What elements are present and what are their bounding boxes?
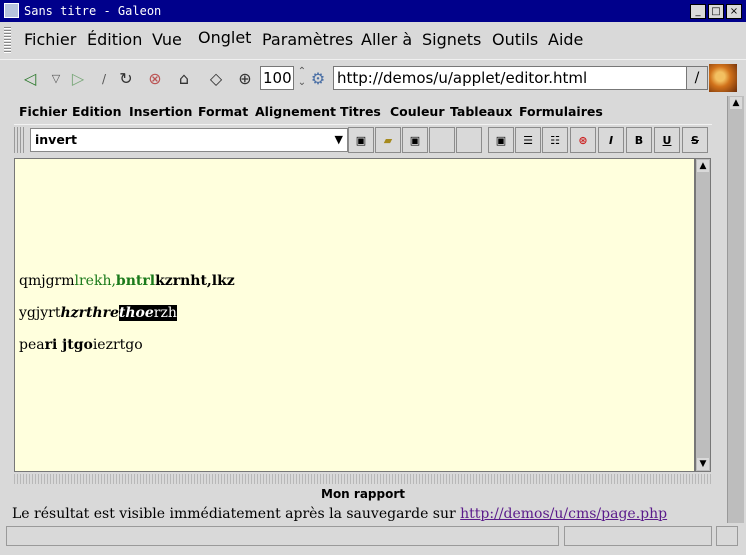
line2-selection-plain: rzh: [153, 305, 177, 321]
menu-aller-a[interactable]: Aller à: [361, 30, 412, 49]
style-select[interactable]: invert ▼: [30, 128, 348, 152]
line1-green: lrekh,: [74, 273, 116, 289]
applet-menu-bar: Fichier Edition Insertion Format Alignem…: [14, 100, 712, 122]
menu-vue[interactable]: Vue: [152, 30, 182, 49]
stop-icon[interactable]: ⊗: [145, 69, 165, 89]
line1-bold: kzrnht,lkz: [155, 273, 235, 289]
numbered-list-icon[interactable]: ☷: [542, 127, 568, 153]
style-select-value: invert: [35, 132, 77, 147]
applet-status-strip: [14, 474, 712, 484]
menu-outils[interactable]: Outils: [492, 30, 538, 49]
close-button[interactable]: ×: [726, 4, 742, 19]
site-icon: ⚙: [310, 69, 326, 88]
menubar-grip-handle[interactable]: [4, 27, 11, 53]
editor-area[interactable]: qmjgrmlrekh,bntrlkzrnht,lkz ygjyrthzrthr…: [14, 158, 695, 472]
status-progress: [564, 526, 712, 546]
editor-line-3: peari jtgoiezrtgo: [19, 337, 143, 353]
status-message: [6, 526, 559, 546]
zoom-icon[interactable]: ⊕: [235, 69, 255, 89]
applet-menu-titres[interactable]: Titres: [340, 104, 381, 119]
menu-parametres[interactable]: Paramètres: [262, 30, 353, 49]
line2-selection: thoe: [118, 305, 154, 321]
maximize-button[interactable]: □: [708, 4, 724, 19]
underline-button[interactable]: U: [654, 127, 680, 153]
page-scroll-up-icon[interactable]: ▲: [730, 97, 742, 109]
applet-menu-tableaux[interactable]: Tableaux: [450, 104, 512, 119]
strikethrough-button[interactable]: S: [682, 127, 708, 153]
go-button[interactable]: /: [686, 66, 708, 90]
menu-fichier[interactable]: Fichier: [24, 30, 76, 49]
applet-menu-formulaires[interactable]: Formulaires: [519, 104, 603, 119]
navigation-toolbar: ◁ ▽ ▷ / ↻ ⊗ ⌂ ◇ ⊕ 100 ⌃ ⌄ ⚙ http://demos/…: [0, 59, 746, 96]
menu-bar: Fichier Édition Vue Onglet Paramètres Al…: [0, 22, 746, 58]
applet-menu-couleur[interactable]: Couleur: [390, 104, 445, 119]
result-text: Le résultat est visible immédiatement ap…: [12, 506, 667, 522]
menu-onglet[interactable]: Onglet: [198, 28, 251, 47]
scroll-down-icon[interactable]: ▼: [697, 458, 709, 470]
result-message: Le résultat est visible immédiatement ap…: [12, 506, 456, 522]
line3-plain-end: iezrtgo: [92, 337, 143, 353]
page-scrollbar[interactable]: ▲: [727, 96, 744, 526]
menu-signets[interactable]: Signets: [422, 30, 481, 49]
open-folder-icon[interactable]: ▰: [375, 127, 401, 153]
italic-button[interactable]: I: [598, 127, 624, 153]
home-icon[interactable]: ⌂: [174, 69, 194, 89]
line3-bold: ri jtgo: [44, 337, 93, 353]
status-security-icon: [716, 526, 738, 546]
back-arrow-icon[interactable]: ◁: [20, 69, 40, 89]
applet-menu-format[interactable]: Format: [198, 104, 248, 119]
window-title: Sans titre - Galeon: [24, 4, 162, 18]
bold-button[interactable]: B: [626, 127, 652, 153]
line2-plain: ygjyrt: [19, 305, 61, 321]
applet-toolbar: invert ▼ ▣ ▰ ▣ ▣ ☰ ☷ ⊛ I B U S: [14, 124, 712, 155]
applet-menu-edition[interactable]: Edition: [72, 104, 122, 119]
line1-green-bold: bntrl: [115, 273, 156, 289]
applet-menu-alignement[interactable]: Alignement: [255, 104, 336, 119]
status-bar: [0, 523, 746, 551]
menu-aide[interactable]: Aide: [548, 30, 583, 49]
line1-plain: qmjgrm: [19, 273, 75, 289]
bullet-list-icon[interactable]: ☰: [515, 127, 541, 153]
zoom-input[interactable]: 100: [260, 66, 294, 90]
scroll-up-icon[interactable]: ▲: [697, 160, 709, 172]
special-tool-icon[interactable]: ⊛: [570, 127, 596, 153]
chevron-down-icon: ▼: [334, 133, 343, 146]
editor-line-2: ygjyrthzrthrethoerzh: [19, 305, 177, 321]
editor-line-1: qmjgrmlrekh,bntrlkzrnht,lkz: [19, 273, 235, 289]
minimize-button[interactable]: _: [690, 4, 706, 19]
page-content: Fichier Edition Insertion Format Alignem…: [0, 96, 746, 530]
reload-icon[interactable]: ↻: [116, 69, 136, 89]
result-link[interactable]: http://demos/u/cms/page.php: [460, 506, 667, 522]
back-history-icon[interactable]: ▽: [46, 69, 66, 89]
applet-menu-fichier[interactable]: Fichier: [19, 104, 67, 119]
save-disk-icon[interactable]: ▣: [488, 127, 514, 153]
bookmark-icon[interactable]: ◇: [206, 69, 226, 89]
toolbar-grip-handle[interactable]: [14, 127, 24, 153]
line3-plain: pea: [19, 337, 45, 353]
save-icon[interactable]: ▣: [348, 127, 374, 153]
url-input[interactable]: http://demos/u/applet/editor.html: [333, 66, 690, 90]
empty-tool-button[interactable]: [429, 127, 455, 153]
save-as-icon[interactable]: ▣: [402, 127, 428, 153]
line2-bold-italic: hzrthre: [60, 305, 119, 321]
applet-menu-insertion[interactable]: Insertion: [129, 104, 192, 119]
throbber-icon: [709, 64, 737, 92]
editor-scrollbar[interactable]: ▲ ▼: [695, 158, 711, 472]
title-bar: Sans titre - Galeon _ □ ×: [0, 0, 746, 22]
empty-tool-button-2[interactable]: [456, 127, 482, 153]
menu-edition[interactable]: Édition: [87, 30, 142, 49]
app-icon[interactable]: [4, 3, 19, 18]
forward-arrow-icon[interactable]: ▷: [68, 69, 88, 89]
forward-history-icon[interactable]: /: [94, 69, 114, 89]
report-label: Mon rapport: [321, 487, 405, 501]
